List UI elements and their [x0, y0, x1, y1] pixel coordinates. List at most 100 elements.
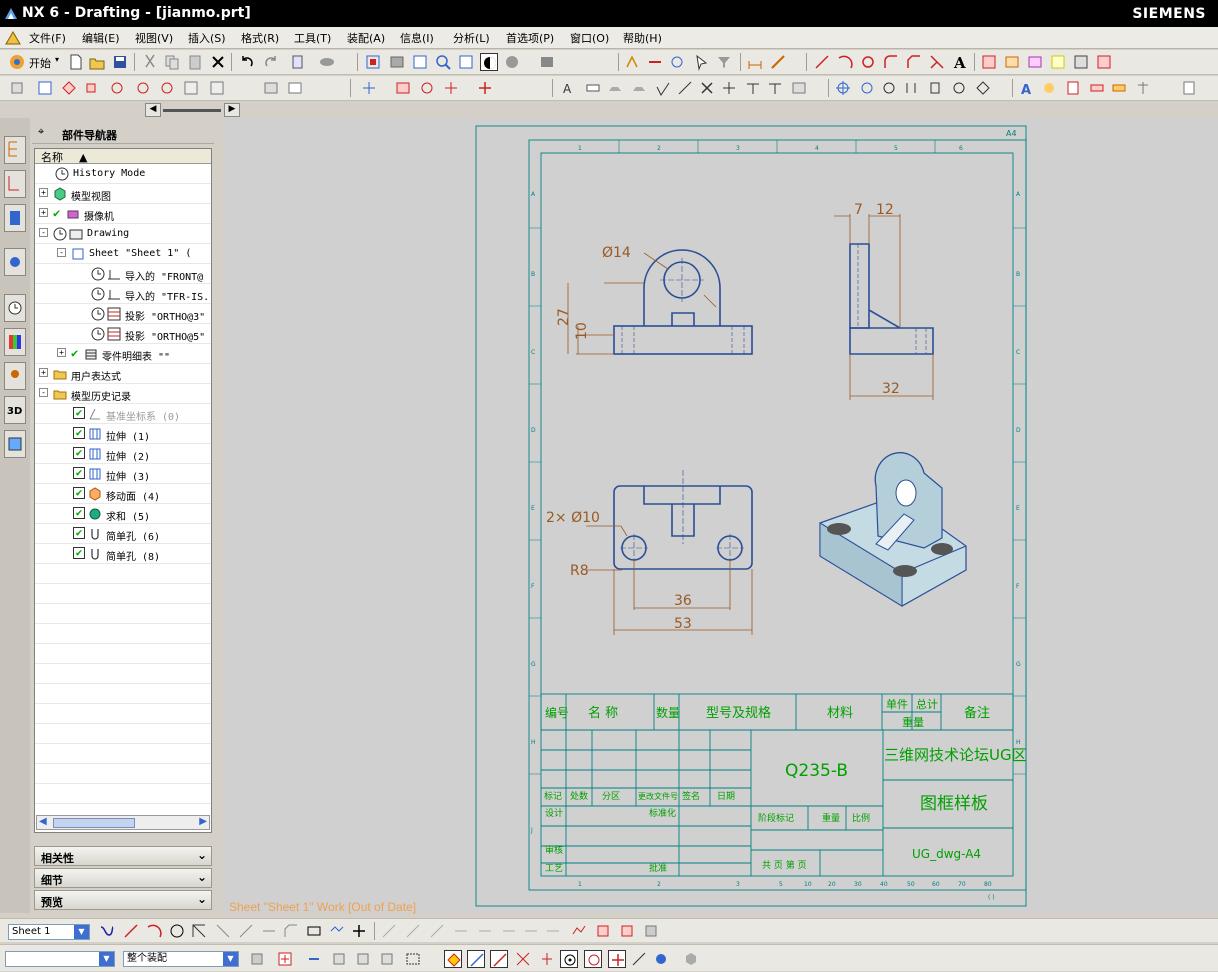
system-materials-tab[interactable]: [4, 328, 26, 356]
custom-symbol-icon[interactable]: [744, 79, 762, 97]
expand-icon[interactable]: +: [39, 208, 48, 217]
snap-on-curve-icon[interactable]: [630, 950, 648, 968]
sketch-extend-icon[interactable]: [237, 922, 255, 940]
table-icon-6[interactable]: [1095, 53, 1113, 71]
note-icon[interactable]: A: [560, 79, 578, 97]
fillet-icon[interactable]: [882, 53, 900, 71]
menu-assembly[interactable]: 装配(A): [347, 30, 385, 46]
toolbar-handle-icon[interactable]: [8, 79, 26, 97]
tree-node[interactable]: - Sheet "Sheet 1" (: [35, 244, 211, 264]
symmetric-centerline-icon[interactable]: [394, 79, 412, 97]
selection-icon-4[interactable]: [354, 950, 372, 968]
collapse-right-button[interactable]: ▶: [224, 103, 240, 117]
details-panel[interactable]: 细节 ⌄: [34, 868, 212, 888]
assembly-navigator-tab[interactable]: [4, 136, 26, 164]
sketch-arc-icon[interactable]: [145, 922, 163, 940]
start-icon[interactable]: [8, 53, 26, 71]
checkbox-icon[interactable]: ✔: [73, 407, 85, 419]
tree-node[interactable]: 投影 "ORTHO@3": [35, 304, 211, 324]
sketch-point-icon[interactable]: [350, 922, 368, 940]
tree-node[interactable]: 投影 "ORTHO@5": [35, 324, 211, 344]
annotation-icon[interactable]: [769, 53, 787, 71]
snap-icon-3[interactable]: [668, 53, 686, 71]
snap-bounded-icon[interactable]: [682, 950, 700, 968]
snap-intersection-icon[interactable]: [514, 950, 532, 968]
redo-icon[interactable]: [262, 53, 280, 71]
tree-node[interactable]: + 模型视图: [35, 184, 211, 204]
menu-format[interactable]: 格式(R): [241, 30, 279, 46]
datum-feature-icon[interactable]: [606, 79, 624, 97]
projected-view-icon[interactable]: [84, 79, 102, 97]
tree-node[interactable]: ✔ 拉伸 (3): [35, 464, 211, 484]
half-section-icon[interactable]: [158, 79, 176, 97]
checkbox-icon[interactable]: ✔: [73, 547, 85, 559]
dimension-icon[interactable]: [746, 53, 764, 71]
sketch-chamfer-icon[interactable]: [282, 922, 300, 940]
paste-icon[interactable]: [186, 53, 204, 71]
snap-icon-2[interactable]: [646, 53, 664, 71]
save-icon[interactable]: [111, 53, 129, 71]
tree-node[interactable]: ✔ 求和 (5): [35, 504, 211, 524]
zoom-window-icon[interactable]: [388, 53, 406, 71]
collapse-icon[interactable]: -: [39, 228, 48, 237]
point-icon-5[interactable]: [926, 79, 944, 97]
delete-icon[interactable]: [209, 53, 227, 71]
pan-icon[interactable]: [457, 53, 475, 71]
open-file-icon[interactable]: [88, 53, 106, 71]
magnify-icon[interactable]: [434, 53, 452, 71]
centerline-icon[interactable]: [360, 79, 378, 97]
checkbox-icon[interactable]: ✔: [73, 427, 85, 439]
snap-quadrant-icon[interactable]: [584, 950, 602, 968]
constraint-navigator-tab[interactable]: [4, 170, 26, 198]
datum-target-icon[interactable]: [630, 79, 648, 97]
chamfer-icon[interactable]: [905, 53, 923, 71]
collapse-icon[interactable]: -: [57, 248, 66, 257]
zoom-icon[interactable]: [411, 53, 429, 71]
touch-mode-icon[interactable]: [318, 53, 336, 71]
fit-icon[interactable]: [364, 53, 382, 71]
table-icon-1[interactable]: [980, 53, 998, 71]
sketch-circle-icon[interactable]: [168, 922, 186, 940]
cut-icon[interactable]: [141, 53, 159, 71]
constraint-icon-7[interactable]: [522, 922, 540, 940]
selection-icon-2[interactable]: [305, 950, 323, 968]
point-icon-3[interactable]: [880, 79, 898, 97]
reuse-library-tab[interactable]: [4, 248, 26, 276]
sketch-corner-icon[interactable]: [260, 922, 278, 940]
section-view-icon[interactable]: [134, 79, 152, 97]
table-icon-2[interactable]: [1003, 53, 1021, 71]
constraint-icon-2[interactable]: [404, 922, 422, 940]
roles-tab[interactable]: [4, 362, 26, 390]
menu-analysis[interactable]: 分析(L): [453, 30, 490, 46]
start-button[interactable]: 开始: [29, 55, 51, 71]
expand-icon[interactable]: +: [57, 348, 66, 357]
preview-panel[interactable]: 预览 ⌄: [34, 890, 212, 910]
sketch-polygon-icon[interactable]: [328, 922, 346, 940]
trim-icon[interactable]: [928, 53, 946, 71]
edit-icon-7[interactable]: [1180, 79, 1198, 97]
edit-icon-1[interactable]: A: [1018, 79, 1036, 98]
background-icon[interactable]: [538, 53, 556, 71]
expand-icon[interactable]: +: [39, 188, 48, 197]
general-selection-icon[interactable]: [276, 950, 294, 968]
line-icon[interactable]: [813, 53, 831, 71]
edit-icon-6[interactable]: [1134, 79, 1152, 97]
scroll-thumb[interactable]: [53, 818, 135, 828]
new-file-icon[interactable]: [67, 53, 85, 71]
checkbox-icon[interactable]: ✔: [73, 447, 85, 459]
snap-circle-icon[interactable]: [560, 950, 578, 968]
sketch-more-icon[interactable]: [642, 922, 660, 940]
tree-node[interactable]: ✔ 简单孔 (6): [35, 524, 211, 544]
text-icon[interactable]: A: [951, 53, 969, 72]
type-filter-selector[interactable]: ▼: [5, 951, 115, 967]
menu-preferences[interactable]: 首选项(P): [506, 30, 554, 46]
constraint-icon-1[interactable]: [380, 922, 398, 940]
selection-scope-icon[interactable]: [248, 950, 266, 968]
edit-icon-5[interactable]: [1110, 79, 1128, 97]
snap-arc-center-icon[interactable]: [538, 950, 556, 968]
tree-node[interactable]: ✔ 移动面 (4): [35, 484, 211, 504]
tree-node[interactable]: 导入的 "FRONT@: [35, 264, 211, 284]
update-view-icon[interactable]: [286, 79, 304, 97]
drawing-sheet[interactable]: A4 123456 ABCDEFGHJ ABCDEFGH 123 5 10 20 30…: [224, 118, 1218, 913]
sketch-line-icon[interactable]: [122, 922, 140, 940]
